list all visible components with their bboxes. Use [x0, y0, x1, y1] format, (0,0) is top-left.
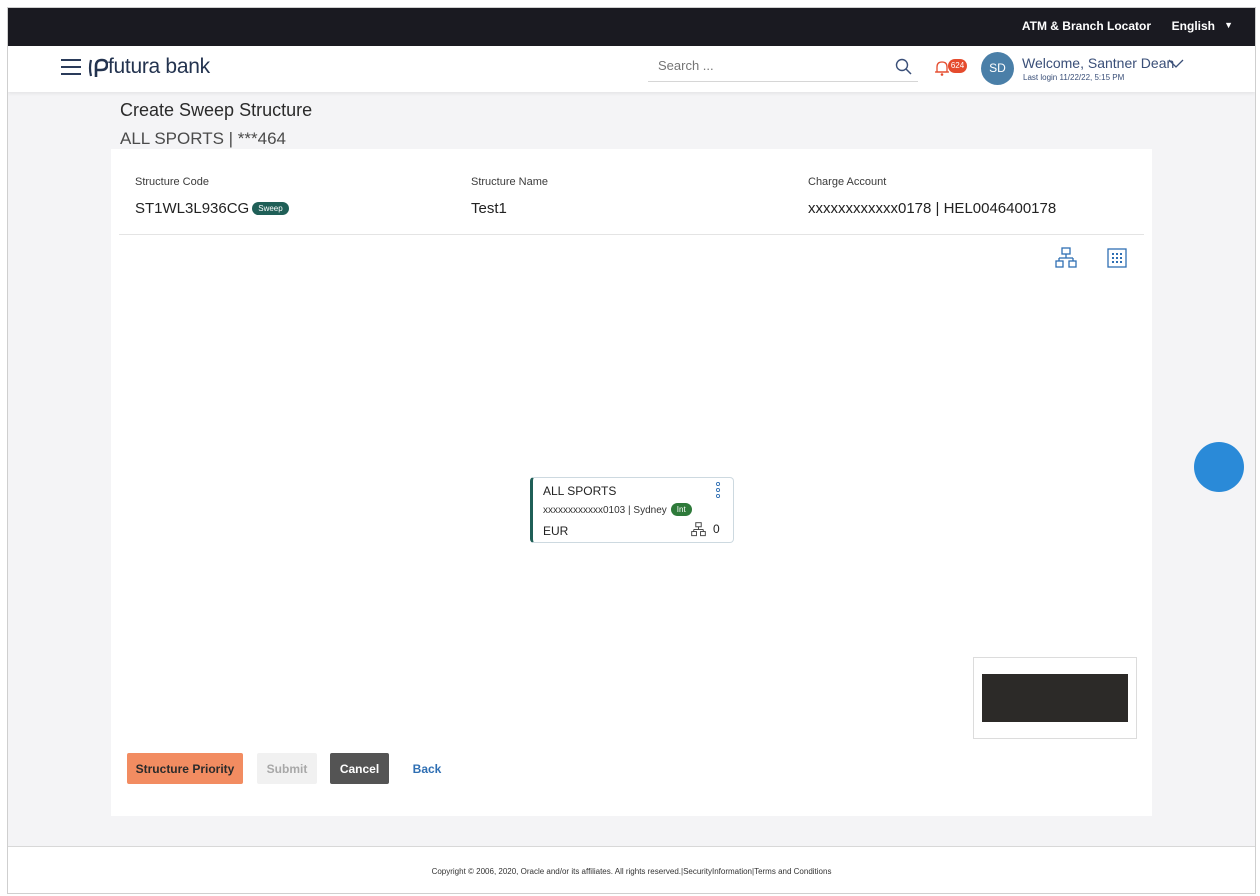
page-subtitle: ALL SPORTS | ***464 — [120, 129, 287, 148]
last-login-text: Last login 11/22/22, 5:15 PM — [1023, 73, 1125, 82]
bank-logo-text[interactable]: futura bank — [108, 55, 210, 79]
kebab-icon[interactable] — [715, 482, 721, 498]
search-box — [648, 52, 918, 82]
divider — [119, 234, 1144, 235]
top-utility-bar: ATM & Branch Locator English ▼ — [8, 8, 1255, 46]
structure-code-text: ST1WL3L936CG — [135, 200, 250, 217]
atm-branch-locator-link[interactable]: ATM & Branch Locator — [1022, 19, 1151, 33]
search-icon[interactable] — [894, 57, 914, 77]
node-child-count: 0 — [713, 522, 720, 536]
floating-help-button[interactable] — [1194, 442, 1244, 492]
node-currency: EUR — [543, 524, 569, 538]
structure-card: Structure Code ST1WL3L936CG Sweep Structu… — [111, 149, 1152, 816]
charge-account-value: xxxxxxxxxxxx0178 | HEL0046400178 — [808, 200, 1057, 217]
hierarchy-icon — [691, 522, 706, 537]
sweep-badge: Sweep — [252, 202, 289, 215]
welcome-text[interactable]: Welcome, Santner Dean — [1022, 55, 1174, 71]
charge-account-label: Charge Account — [808, 176, 887, 188]
structure-code-value: ST1WL3L936CG Sweep — [135, 200, 289, 217]
structure-name-value: Test1 — [471, 200, 507, 217]
int-badge: Int — [670, 503, 692, 516]
page-title: Create Sweep Structure — [120, 100, 313, 120]
minimap-viewport[interactable] — [982, 674, 1128, 722]
search-input[interactable] — [658, 58, 878, 73]
structure-priority-button[interactable]: Structure Priority — [127, 753, 243, 784]
avatar[interactable]: SD — [981, 52, 1014, 85]
hamburger-icon[interactable] — [61, 59, 81, 75]
notification-badge[interactable]: 624 — [948, 59, 967, 73]
node-title: ALL SPORTS — [543, 484, 617, 498]
back-button[interactable]: Back — [402, 753, 452, 784]
grid-icon[interactable] — [1107, 248, 1127, 268]
language-selector[interactable]: English — [1172, 19, 1215, 33]
futura-logo-icon — [88, 58, 108, 77]
structure-node[interactable]: ALL SPORTS xxxxxxxxxxxx0103 | Sydney Int … — [530, 477, 734, 543]
node-account: xxxxxxxxxxxx0103 | Sydney — [543, 505, 667, 516]
cancel-button[interactable]: Cancel — [330, 753, 389, 784]
minimap[interactable] — [973, 657, 1137, 739]
hierarchy-icon[interactable] — [1055, 247, 1077, 269]
submit-button[interactable]: Submit — [257, 753, 317, 784]
structure-code-label: Structure Code — [135, 176, 209, 188]
caret-down-icon[interactable]: ▼ — [1224, 20, 1233, 30]
structure-name-label: Structure Name — [471, 176, 549, 188]
app-window: ATM & Branch Locator English ▼ futura ba… — [7, 7, 1256, 894]
node-account-row: xxxxxxxxxxxx0103 | Sydney Int — [543, 503, 692, 516]
chevron-down-icon[interactable] — [1168, 59, 1184, 69]
header: futura bank 624 SD Welcome, Santner Dean… — [8, 46, 1255, 92]
footer-text: Copyright © 2006, 2020, Oracle and/or it… — [431, 867, 832, 876]
footer: Copyright © 2006, 2020, Oracle and/or it… — [8, 846, 1255, 893]
